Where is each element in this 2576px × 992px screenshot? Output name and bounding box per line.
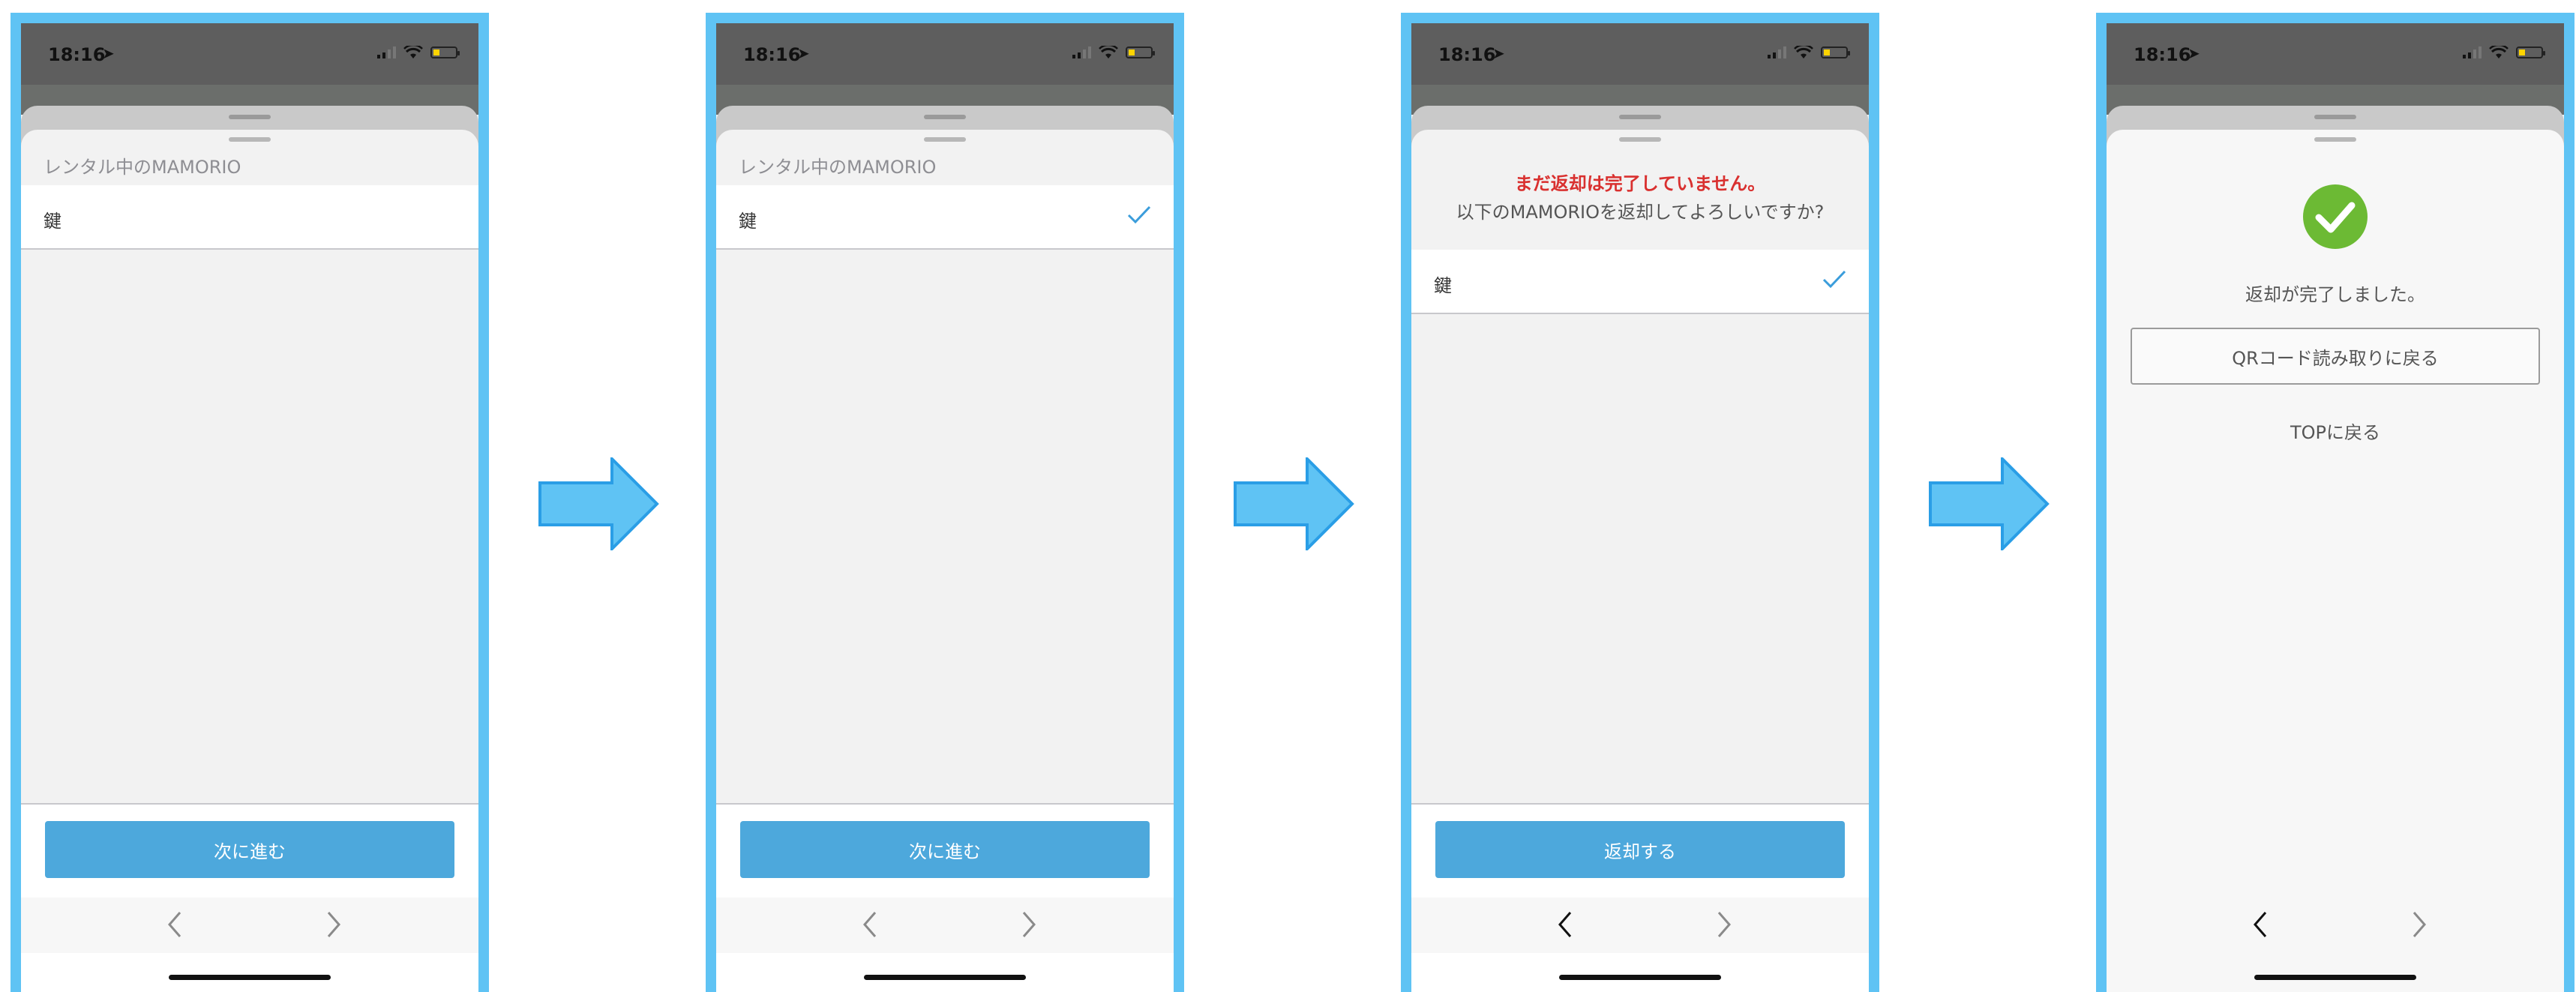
phone-frame-1: 18:16 ➤ レンタル中のMAMORIO 鍵 次に進む bbox=[10, 13, 489, 992]
battery-icon bbox=[1821, 46, 1850, 58]
home-indicator[interactable] bbox=[864, 975, 1026, 980]
next-button[interactable]: 次に進む bbox=[740, 821, 1150, 878]
success-check-icon bbox=[2303, 184, 2368, 249]
item-label: 鍵 bbox=[739, 211, 757, 232]
list-item-key[interactable]: 鍵 bbox=[1411, 250, 1869, 314]
back-to-qr-button[interactable]: QRコード読み取りに戻る bbox=[2131, 328, 2540, 385]
battery-icon bbox=[430, 46, 460, 58]
chevron-right-icon[interactable] bbox=[2404, 910, 2434, 940]
phone-frame-3: 18:16 ➤ まだ返却は完了していません。 以下のMAMORIOを返却してよろ… bbox=[1401, 13, 1879, 992]
sheet-handle bbox=[229, 115, 271, 119]
warning-subtitle: 以下のMAMORIOを返却してよろしいですか? bbox=[1456, 202, 1825, 223]
browser-nav-bar bbox=[1411, 898, 1869, 953]
wifi-icon bbox=[2489, 46, 2509, 58]
item-label: 鍵 bbox=[43, 211, 61, 232]
sheet-handle bbox=[1619, 115, 1661, 119]
bottom-area: 返却する bbox=[1411, 803, 1869, 992]
wifi-icon bbox=[403, 46, 423, 58]
signal-icon bbox=[377, 46, 396, 58]
wifi-icon bbox=[1099, 46, 1118, 58]
arrow-right-icon bbox=[538, 457, 659, 550]
checkmark-icon bbox=[1822, 270, 1846, 289]
section-header: レンタル中のMAMORIO bbox=[43, 157, 241, 178]
list-item-key[interactable]: 鍵 bbox=[21, 185, 478, 250]
home-indicator[interactable] bbox=[169, 975, 331, 980]
chevron-left-icon[interactable] bbox=[2246, 910, 2276, 940]
signal-icon bbox=[1768, 46, 1786, 58]
location-arrow-icon: ➤ bbox=[2188, 44, 2200, 62]
status-time: 18:16 bbox=[743, 44, 801, 65]
browser-nav-bar bbox=[2107, 898, 2564, 953]
next-button[interactable]: 次に進む bbox=[45, 821, 454, 878]
signal-icon bbox=[1072, 46, 1091, 58]
chevron-left-icon[interactable] bbox=[160, 910, 190, 940]
bottom-area bbox=[2107, 898, 2564, 992]
list-item-key[interactable]: 鍵 bbox=[716, 185, 1174, 250]
section-header: レンタル中のMAMORIO bbox=[739, 157, 937, 178]
chevron-right-icon[interactable] bbox=[1013, 910, 1043, 940]
sheet-handle[interactable] bbox=[2314, 137, 2356, 142]
sheet-handle bbox=[924, 115, 966, 119]
sheet-handle bbox=[2314, 115, 2356, 119]
phone-screen-2: 18:16 ➤ レンタル中のMAMORIO 鍵 次に進む bbox=[716, 23, 1174, 992]
location-arrow-icon: ➤ bbox=[102, 44, 115, 62]
warning-title: まだ返却は完了していません。 bbox=[1514, 173, 1766, 194]
back-to-top-link[interactable]: TOPに戻る bbox=[2107, 418, 2564, 444]
browser-nav-bar bbox=[716, 898, 1174, 953]
battery-icon bbox=[2516, 46, 2545, 58]
signal-icon bbox=[2463, 46, 2482, 58]
location-arrow-icon: ➤ bbox=[1492, 44, 1505, 62]
home-indicator[interactable] bbox=[1559, 975, 1721, 980]
chevron-left-icon[interactable] bbox=[856, 910, 886, 940]
chevron-right-icon[interactable] bbox=[318, 910, 348, 940]
chevron-right-icon[interactable] bbox=[1708, 910, 1738, 940]
chevron-left-icon[interactable] bbox=[1551, 910, 1581, 940]
phone-screen-1: 18:16 ➤ レンタル中のMAMORIO 鍵 次に進む bbox=[21, 23, 478, 992]
phone-frame-2: 18:16 ➤ レンタル中のMAMORIO 鍵 次に進む bbox=[706, 13, 1184, 992]
checkmark-icon bbox=[1127, 205, 1151, 224]
completion-sheet: 返却が完了しました。 QRコード読み取りに戻る TOPに戻る bbox=[2107, 130, 2564, 992]
arrow-right-icon bbox=[1929, 457, 2050, 550]
return-button[interactable]: 返却する bbox=[1435, 821, 1845, 878]
sheet-handle[interactable] bbox=[229, 137, 271, 142]
phone-screen-3: 18:16 ➤ まだ返却は完了していません。 以下のMAMORIOを返却してよろ… bbox=[1411, 23, 1869, 992]
sheet-handle[interactable] bbox=[1619, 137, 1661, 142]
battery-icon bbox=[1126, 46, 1155, 58]
bottom-area: 次に進む bbox=[21, 803, 478, 992]
status-time: 18:16 bbox=[2134, 44, 2191, 65]
browser-nav-bar bbox=[21, 898, 478, 953]
sheet-handle[interactable] bbox=[924, 137, 966, 142]
bottom-area: 次に進む bbox=[716, 803, 1174, 992]
item-label: 鍵 bbox=[1434, 275, 1452, 296]
arrow-right-icon bbox=[1234, 457, 1354, 550]
location-arrow-icon: ➤ bbox=[797, 44, 810, 62]
status-time: 18:16 bbox=[48, 44, 106, 65]
wifi-icon bbox=[1794, 46, 1813, 58]
status-time: 18:16 bbox=[1438, 44, 1496, 65]
phone-frame-4: 18:16 ➤ 返却が完了しました。 QRコード読み取りに戻る TOPに戻る bbox=[2096, 13, 2575, 992]
phone-screen-4: 18:16 ➤ 返却が完了しました。 QRコード読み取りに戻る TOPに戻る bbox=[2107, 23, 2564, 992]
completion-message: 返却が完了しました。 bbox=[2245, 284, 2425, 305]
home-indicator[interactable] bbox=[2254, 975, 2416, 980]
